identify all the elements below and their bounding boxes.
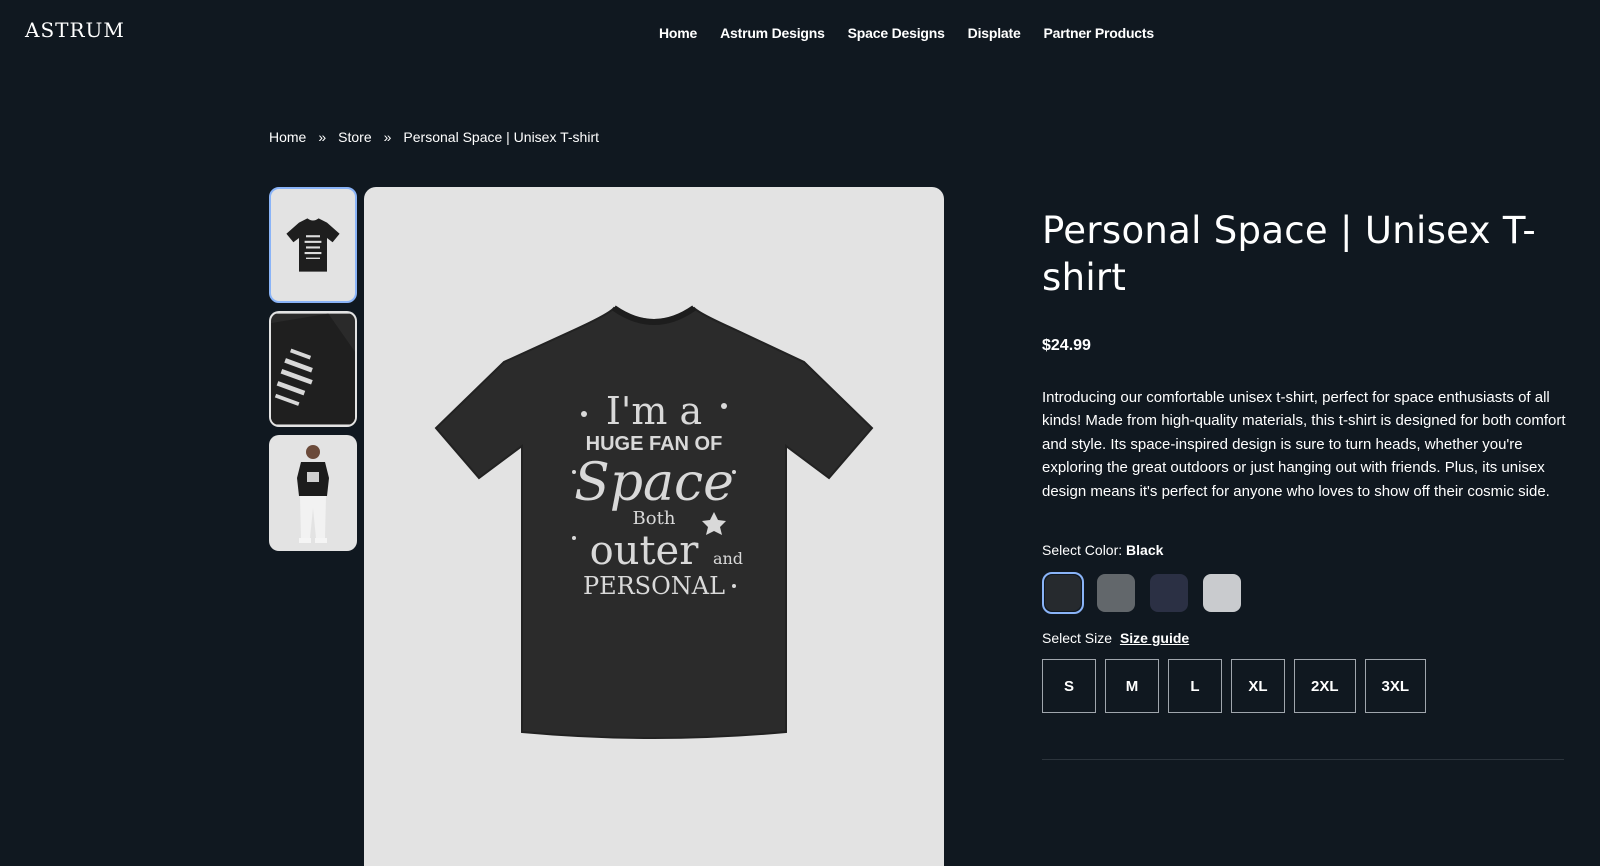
size-label-text: Select Size: [1042, 630, 1113, 647]
breadcrumb-home[interactable]: Home: [269, 129, 306, 145]
size-button-l[interactable]: L: [1168, 659, 1222, 714]
swatch-fill: [1045, 575, 1081, 612]
nav-displate[interactable]: Displate: [968, 25, 1021, 41]
selected-color-name: Black: [1126, 542, 1164, 559]
color-select-label: Select Color: Black: [1042, 542, 1570, 558]
nav-astrum-designs[interactable]: Astrum Designs: [720, 25, 825, 41]
size-select-label: Select Size Size guide: [1042, 630, 1570, 646]
color-swatches: [1042, 572, 1570, 615]
logo[interactable]: ASTRUM: [25, 18, 125, 42]
design-text-line: PERSONAL: [583, 572, 725, 600]
nav-space-designs[interactable]: Space Designs: [848, 25, 945, 41]
color-swatch-black[interactable]: [1042, 572, 1084, 615]
product-title: Personal Space | Unisex T-shirt: [1042, 209, 1537, 299]
product-details: Personal Space | Unisex T-shirt $24.99 I…: [1042, 207, 1570, 761]
breadcrumb-separator: »: [383, 129, 392, 145]
color-label-text: Select Color:: [1042, 542, 1123, 559]
breadcrumb-store[interactable]: Store: [338, 129, 371, 145]
design-text-line: Both: [633, 508, 676, 529]
main-nav: Home Astrum Designs Space Designs Displa…: [659, 25, 1154, 41]
thumbnail-list: [269, 187, 357, 551]
divider: [1042, 759, 1564, 761]
size-button-3xl[interactable]: 3XL: [1364, 659, 1427, 714]
design-text-line: and: [713, 549, 743, 568]
breadcrumb: Home » Store » Personal Space | Unisex T…: [269, 129, 599, 145]
breadcrumb-current: Personal Space | Unisex T-shirt: [403, 129, 599, 145]
thumbnail-tshirt-front[interactable]: [269, 187, 357, 303]
color-swatch-navy[interactable]: [1148, 572, 1190, 614]
thumbnail-tshirt-folded[interactable]: [269, 311, 357, 427]
nav-home[interactable]: Home: [659, 25, 697, 41]
size-button-m[interactable]: M: [1105, 659, 1159, 714]
design-text-line: I'm a: [606, 389, 702, 433]
breadcrumb-separator: »: [318, 129, 327, 145]
nav-partner-products[interactable]: Partner Products: [1044, 25, 1155, 41]
color-swatch-dark-grey[interactable]: [1095, 572, 1137, 614]
tshirt-image: I'm a HUGE FAN OF Space Both outer and P…: [434, 305, 874, 739]
design-text-line: outer: [590, 528, 700, 574]
size-button-xl[interactable]: XL: [1231, 659, 1285, 714]
swatch-fill: [1150, 574, 1188, 613]
size-button-2xl[interactable]: 2XL: [1294, 659, 1356, 714]
color-swatch-light-grey[interactable]: [1201, 572, 1243, 614]
size-button-s[interactable]: S: [1042, 659, 1096, 714]
product-description: Introducing our comfortable unisex t-shi…: [1042, 389, 1566, 500]
product-price: $24.99: [1042, 337, 1091, 354]
swatch-fill: [1097, 574, 1135, 613]
thumbnail-model-wearing-tshirt[interactable]: [269, 435, 357, 551]
size-guide-link[interactable]: Size guide: [1120, 630, 1189, 646]
size-options: S M L XL 2XL 3XL: [1042, 659, 1570, 714]
swatch-fill: [1203, 574, 1241, 613]
design-text-line: Space: [574, 453, 734, 513]
main-product-image[interactable]: I'm a HUGE FAN OF Space Both outer and P…: [364, 187, 944, 866]
design-text-line: HUGE FAN OF: [586, 433, 723, 455]
